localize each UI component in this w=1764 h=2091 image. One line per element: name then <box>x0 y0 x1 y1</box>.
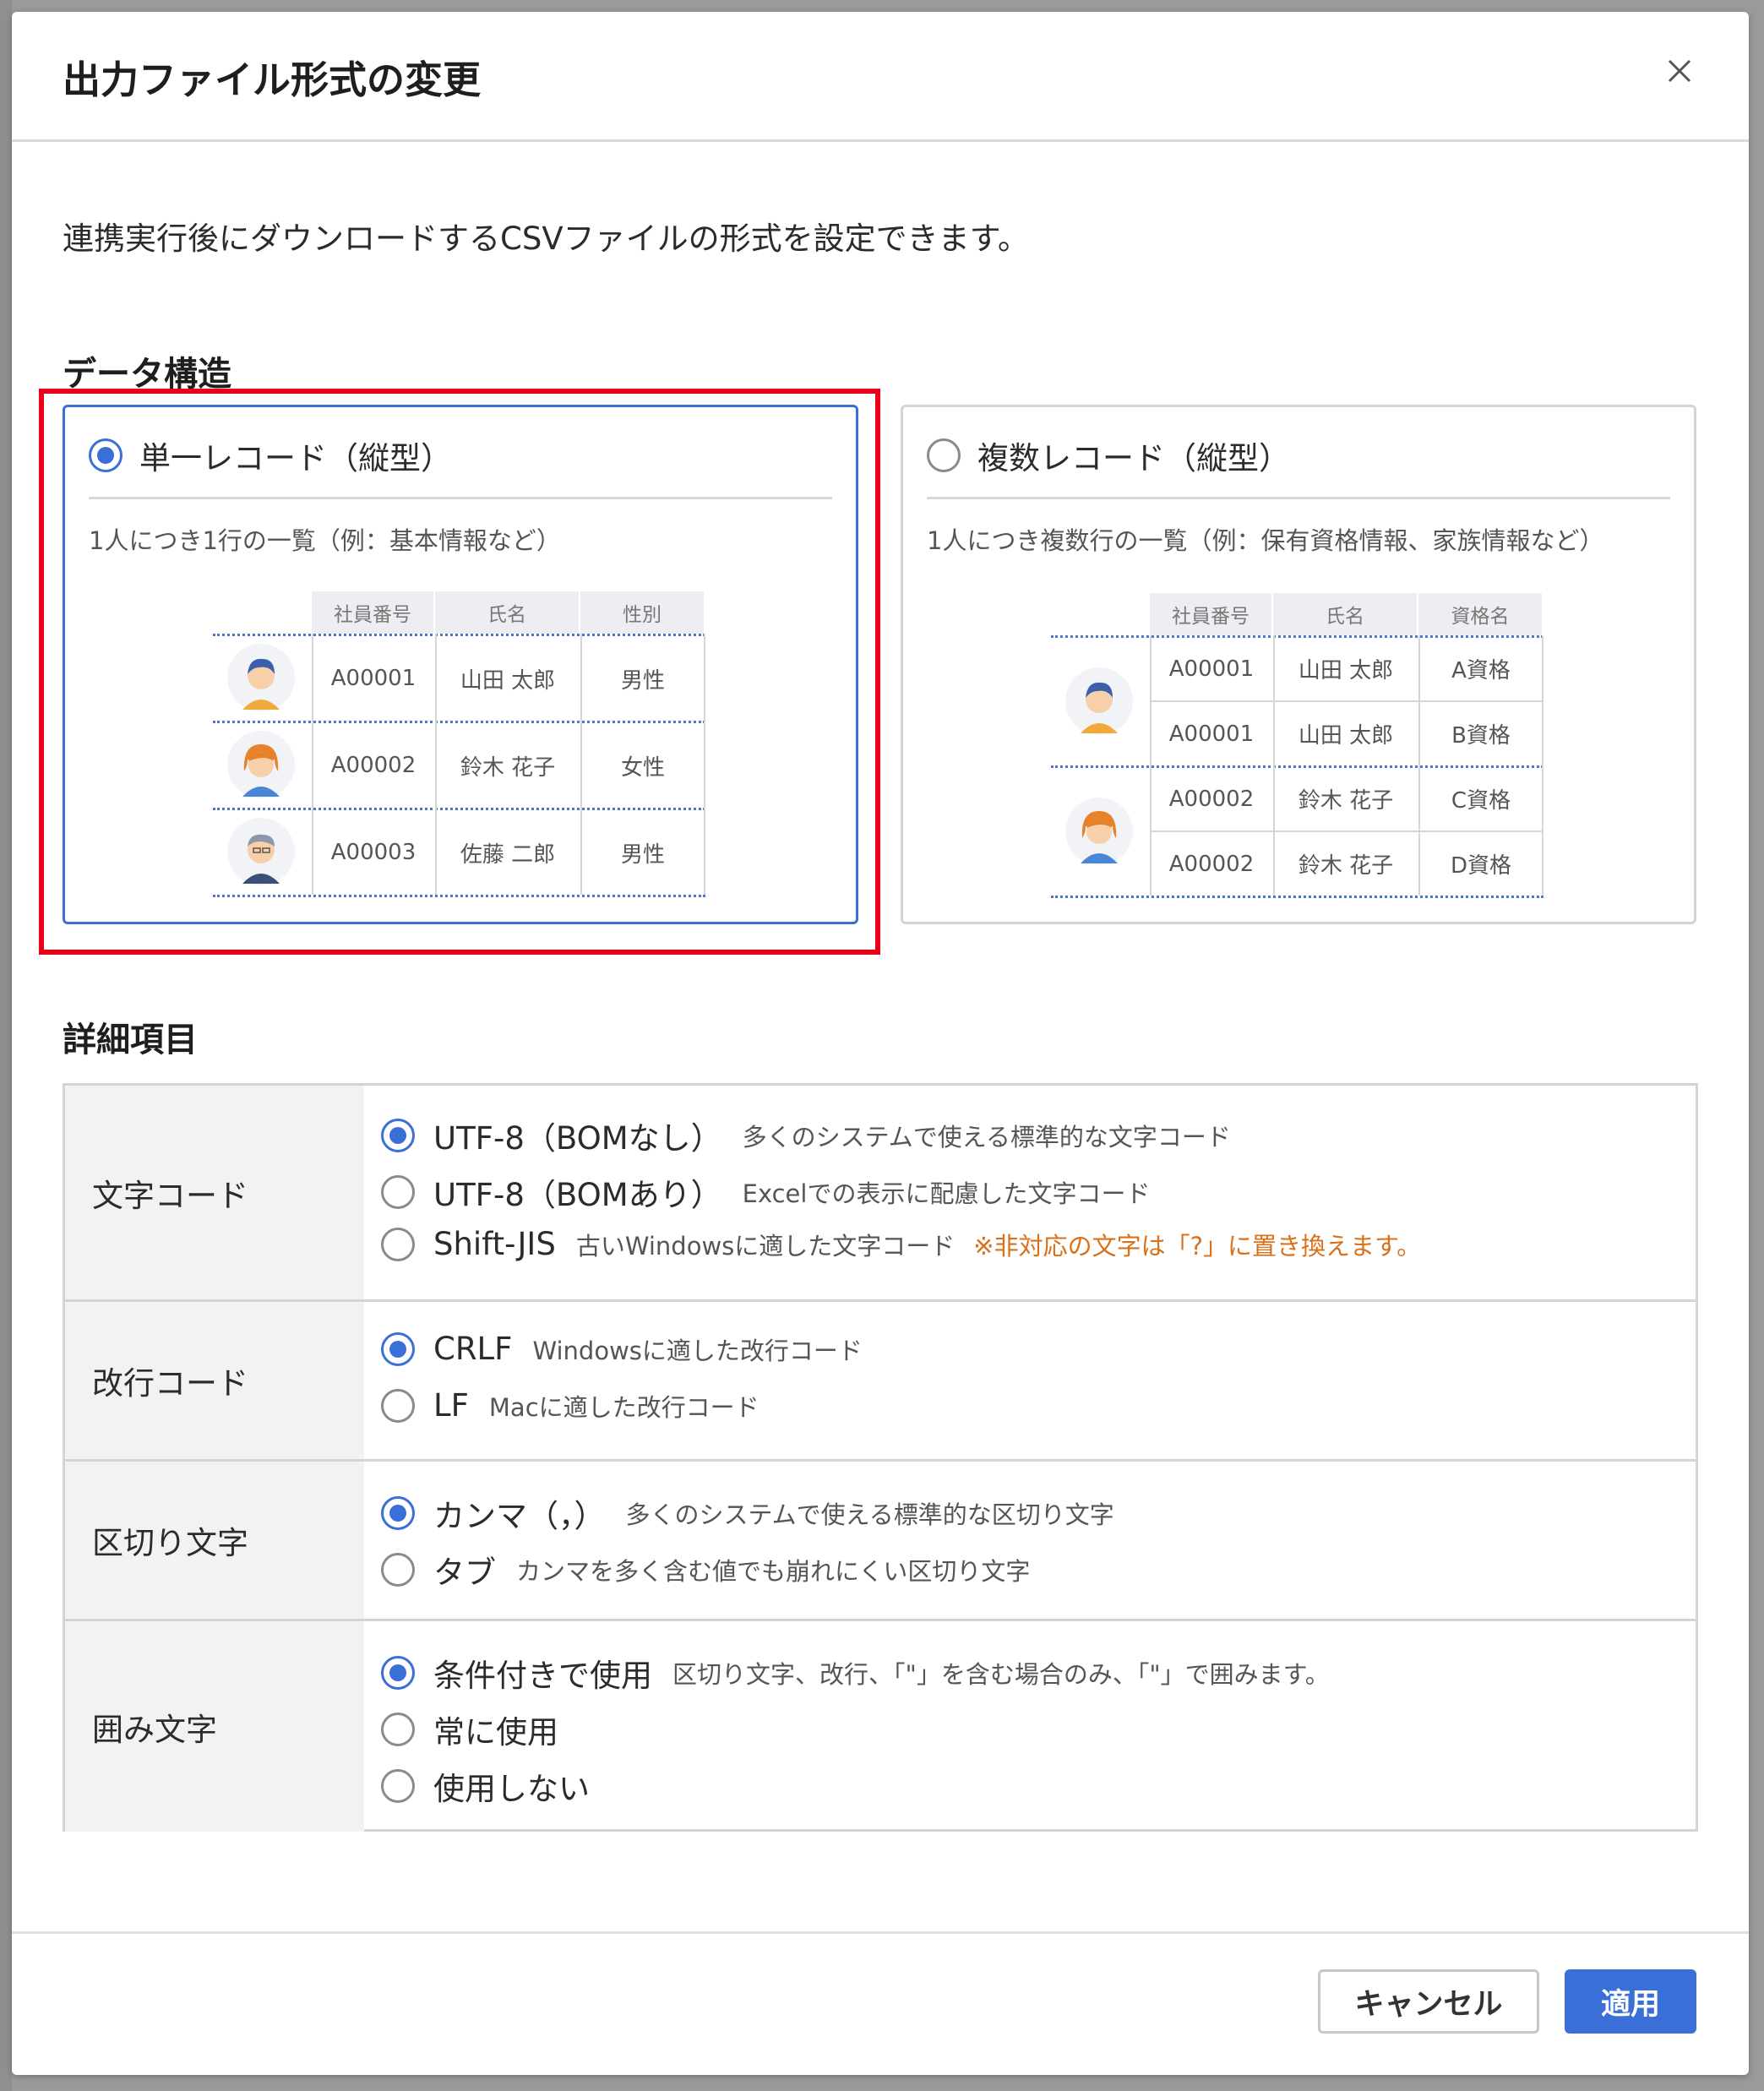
detail-row-quote: 囲み文字 条件付きで使用 区切り文字、改行、「"」を含む場合のみ、「"」で囲みま… <box>65 1621 1696 1832</box>
table-cell: D資格 <box>1450 853 1512 879</box>
radio-button[interactable] <box>381 1553 415 1587</box>
option-description: カンマを多く含む値でも崩れにくい区切り文字 <box>516 1557 1031 1586</box>
option-tab[interactable]: タブ カンマを多く含む値でも崩れにくい区切り文字 <box>381 1547 1030 1593</box>
option-quote-always[interactable]: 常に使用 <box>381 1707 558 1752</box>
table-header-cell: 氏名 <box>1273 593 1418 635</box>
option-label: 常に使用 <box>433 1714 558 1751</box>
table-cell: C資格 <box>1451 788 1511 814</box>
backdrop <box>0 0 12 2091</box>
detail-row-newline: 改行コード CRLF Windowsに適した改行コード LF Macに適した改行… <box>65 1302 1696 1462</box>
table-cell: A00001 <box>1168 721 1255 747</box>
table-cell: 山田 太郎 <box>1298 658 1394 683</box>
option-label: LF <box>433 1387 469 1424</box>
table-cell: A00001 <box>1168 656 1255 682</box>
multiple-record-example-table: 社員番号 氏名 資格名 A00001 山田 太郎 A資格 A00001 山田 太… <box>903 407 1697 923</box>
option-utf8-no-bom[interactable]: UTF-8（BOMなし） 多くのシステムで使える標準的な文字コード <box>381 1113 1231 1158</box>
radio-button[interactable] <box>381 1331 415 1366</box>
option-description: Macに適した改行コード <box>488 1392 760 1422</box>
male-avatar-icon <box>1065 667 1133 735</box>
detail-row-encoding: 文字コード UTF-8（BOMなし） 多くのシステムで使える標準的な文字コード … <box>65 1086 1696 1302</box>
female-avatar-icon <box>1065 798 1133 865</box>
radio-button[interactable] <box>381 1388 415 1423</box>
option-label: カンマ（，） <box>433 1498 606 1534</box>
radio-button[interactable] <box>381 1227 415 1261</box>
apply-button[interactable]: 適用 <box>1565 1969 1696 2034</box>
option-description: 古いWindowsに適した文字コード <box>575 1231 956 1261</box>
option-description: Windowsに適した改行コード <box>532 1336 863 1365</box>
option-quote-never[interactable]: 使用しない <box>381 1763 590 1809</box>
option-description: 区切り文字、改行、「"」を含む場合のみ、「"」で囲みます。 <box>672 1660 1330 1689</box>
multiple-record-card[interactable]: 複数レコード（縦型） 1人につき複数行の一覧（例：保有資格情報、家族情報など） … <box>901 405 1696 924</box>
table-cell: A資格 <box>1451 658 1511 683</box>
dialog-header: 出力ファイル形式の変更 <box>12 12 1749 142</box>
radio-button[interactable] <box>381 1119 415 1152</box>
selection-highlight-frame <box>39 389 880 955</box>
option-label: UTF-8（BOMあり） <box>433 1177 722 1213</box>
table-header-cell: 社員番号 <box>1150 593 1273 635</box>
close-icon <box>1668 59 1691 83</box>
table-cell: B資格 <box>1451 723 1511 749</box>
option-label: UTF-8（BOMなし） <box>433 1120 722 1157</box>
details-settings-table: 文字コード UTF-8（BOMなし） 多くのシステムで使える標準的な文字コード … <box>63 1083 1698 1832</box>
table-cell: A00002 <box>1168 851 1255 877</box>
option-crlf[interactable]: CRLF Windowsに適した改行コード <box>381 1331 863 1367</box>
table-cell: 鈴木 花子 <box>1298 853 1394 879</box>
option-label: 使用しない <box>433 1771 590 1807</box>
detail-row-label: 囲み文字 <box>65 1621 364 1832</box>
option-label: CRLF <box>433 1331 513 1367</box>
detail-row-label: 文字コード <box>65 1086 364 1299</box>
table-cell: A00002 <box>1168 786 1255 812</box>
detail-row-label: 区切り文字 <box>65 1462 364 1619</box>
output-format-dialog: 出力ファイル形式の変更 連携実行後にダウンロードするCSVファイルの形式を設定で… <box>12 12 1749 2075</box>
table-cell: 鈴木 花子 <box>1298 788 1394 814</box>
option-label: Shift-JIS <box>433 1226 556 1262</box>
radio-button[interactable] <box>381 1713 415 1746</box>
option-description: 多くのシステムで使える標準的な文字コード <box>742 1123 1231 1152</box>
option-lf[interactable]: LF Macに適した改行コード <box>381 1387 760 1424</box>
detail-row-delimiter: 区切り文字 カンマ（，） 多くのシステムで使える標準的な区切り文字 タブ カンマ… <box>65 1462 1696 1621</box>
details-heading: 詳細項目 <box>63 1021 198 1059</box>
option-utf8-bom[interactable]: UTF-8（BOMあり） Excelでの表示に配慮した文字コード <box>381 1169 1150 1215</box>
option-warning: ※非対応の文字は「?」に置き換えます。 <box>973 1231 1422 1261</box>
radio-button[interactable] <box>381 1175 415 1209</box>
option-description: Excelでの表示に配慮した文字コード <box>742 1179 1151 1208</box>
detail-row-label: 改行コード <box>65 1302 364 1459</box>
option-label: 条件付きで使用 <box>433 1658 652 1694</box>
radio-button[interactable] <box>381 1656 415 1690</box>
option-shift-jis[interactable]: Shift-JIS 古いWindowsに適した文字コード ※非対応の文字は「?」… <box>381 1226 1421 1262</box>
radio-button[interactable] <box>381 1496 415 1530</box>
option-description: 多くのシステムで使える標準的な区切り文字 <box>625 1500 1114 1529</box>
option-quote-conditional[interactable]: 条件付きで使用 区切り文字、改行、「"」を含む場合のみ、「"」で囲みます。 <box>381 1650 1330 1696</box>
cancel-button[interactable]: キャンセル <box>1318 1969 1539 2034</box>
option-comma[interactable]: カンマ（，） 多くのシステムで使える標準的な区切り文字 <box>381 1490 1114 1536</box>
close-button[interactable] <box>1663 54 1696 88</box>
dialog-description: 連携実行後にダウンロードするCSVファイルの形式を設定できます。 <box>63 221 1029 257</box>
dialog-title: 出力ファイル形式の変更 <box>63 57 482 102</box>
radio-button[interactable] <box>381 1769 415 1803</box>
table-header-cell: 資格名 <box>1418 593 1544 635</box>
table-cell: 山田 太郎 <box>1298 723 1394 749</box>
dialog-footer: キャンセル 適用 <box>12 1931 1749 2075</box>
option-label: タブ <box>433 1555 496 1591</box>
